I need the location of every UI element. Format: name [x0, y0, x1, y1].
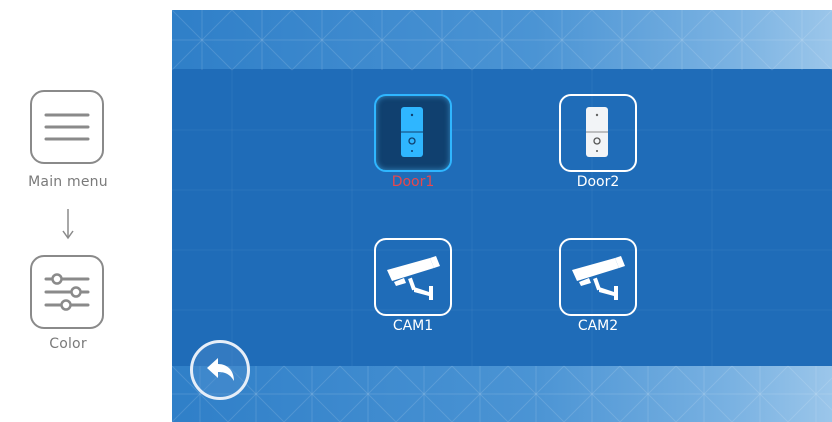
door-station-icon: [586, 107, 608, 157]
tile-cam2-label: CAM2: [577, 318, 619, 334]
arrow-down-icon: [62, 209, 74, 240]
sliders-icon: [44, 273, 90, 311]
tile-door2-label: Door2: [576, 174, 620, 190]
tile-cam2[interactable]: CAM2: [559, 238, 637, 334]
hamburger-menu-icon: [44, 113, 90, 141]
tile-door1[interactable]: Door1: [374, 94, 452, 190]
bottom-band: [172, 366, 832, 422]
tile-cam1[interactable]: CAM1: [374, 238, 452, 334]
door-station-icon: [401, 107, 423, 157]
top-band: [172, 10, 832, 69]
security-camera-icon: [572, 256, 625, 300]
security-camera-icon: [387, 256, 440, 300]
main-menu-label: Main menu: [28, 174, 108, 190]
color-label: Color: [49, 336, 87, 352]
back-button[interactable]: [190, 340, 250, 400]
guide-panel: Main menu Color: [0, 0, 170, 422]
back-arrow-icon: [207, 358, 234, 381]
color-icon-box: [30, 255, 104, 329]
background-pattern: [172, 10, 832, 422]
monitor-screen: Door1 Door2 CAM1 CAM2: [172, 10, 832, 422]
tile-cam1-label: CAM1: [392, 318, 434, 334]
tile-door1-label: Door1: [391, 174, 435, 190]
main-menu-icon-box: [30, 90, 104, 164]
tile-door2[interactable]: Door2: [559, 94, 637, 190]
